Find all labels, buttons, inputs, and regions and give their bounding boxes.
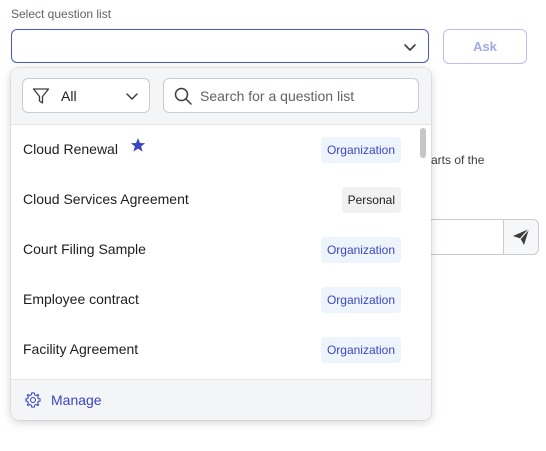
list-item-name: Facility Agreement — [23, 341, 139, 357]
organization-badge: Organization — [320, 137, 401, 163]
question-list-dropdown: All Cloud Renewal Organization Cloud Ser… — [11, 68, 431, 420]
list-item-name: Employee contract — [23, 291, 139, 307]
filter-select[interactable]: All — [22, 78, 150, 113]
list-item[interactable]: Court Filing Sample Organization — [11, 225, 416, 275]
filter-value: All — [61, 88, 77, 104]
manage-footer[interactable]: Manage — [11, 379, 431, 420]
organization-badge: Organization — [320, 287, 401, 313]
list-item-name: Cloud Services Agreement — [23, 191, 189, 207]
select-question-list-label: Select question list — [11, 7, 112, 21]
dropdown-header: All — [11, 68, 431, 125]
list-item[interactable]: Facility Agreement Organization — [11, 325, 416, 375]
list-item-name: Cloud Renewal — [23, 141, 118, 157]
question-list: Cloud Renewal Organization Cloud Service… — [11, 125, 431, 379]
star-icon[interactable] — [130, 137, 146, 153]
search-icon — [174, 87, 192, 105]
list-item[interactable]: Cloud Services Agreement Personal — [11, 175, 416, 225]
send-icon — [513, 228, 530, 245]
background-partial-text: arts of the — [431, 153, 485, 167]
list-item-name: Court Filing Sample — [23, 241, 146, 257]
funnel-icon — [32, 88, 50, 104]
search-box — [163, 78, 419, 113]
manage-link[interactable]: Manage — [51, 392, 102, 408]
list-item[interactable]: Employee contract Organization — [11, 275, 416, 325]
personal-badge: Personal — [341, 187, 401, 213]
organization-badge: Organization — [320, 337, 401, 363]
chevron-down-icon — [404, 44, 416, 51]
question-list-select[interactable] — [11, 29, 429, 63]
chevron-down-icon — [126, 93, 138, 100]
search-input[interactable] — [200, 85, 405, 107]
list-item[interactable]: Cloud Renewal Organization — [11, 125, 416, 175]
scrollbar-thumb[interactable] — [420, 128, 426, 158]
organization-badge: Organization — [320, 237, 401, 263]
send-button[interactable] — [503, 219, 539, 255]
ask-button[interactable]: Ask — [443, 29, 527, 64]
gear-icon — [25, 392, 41, 408]
